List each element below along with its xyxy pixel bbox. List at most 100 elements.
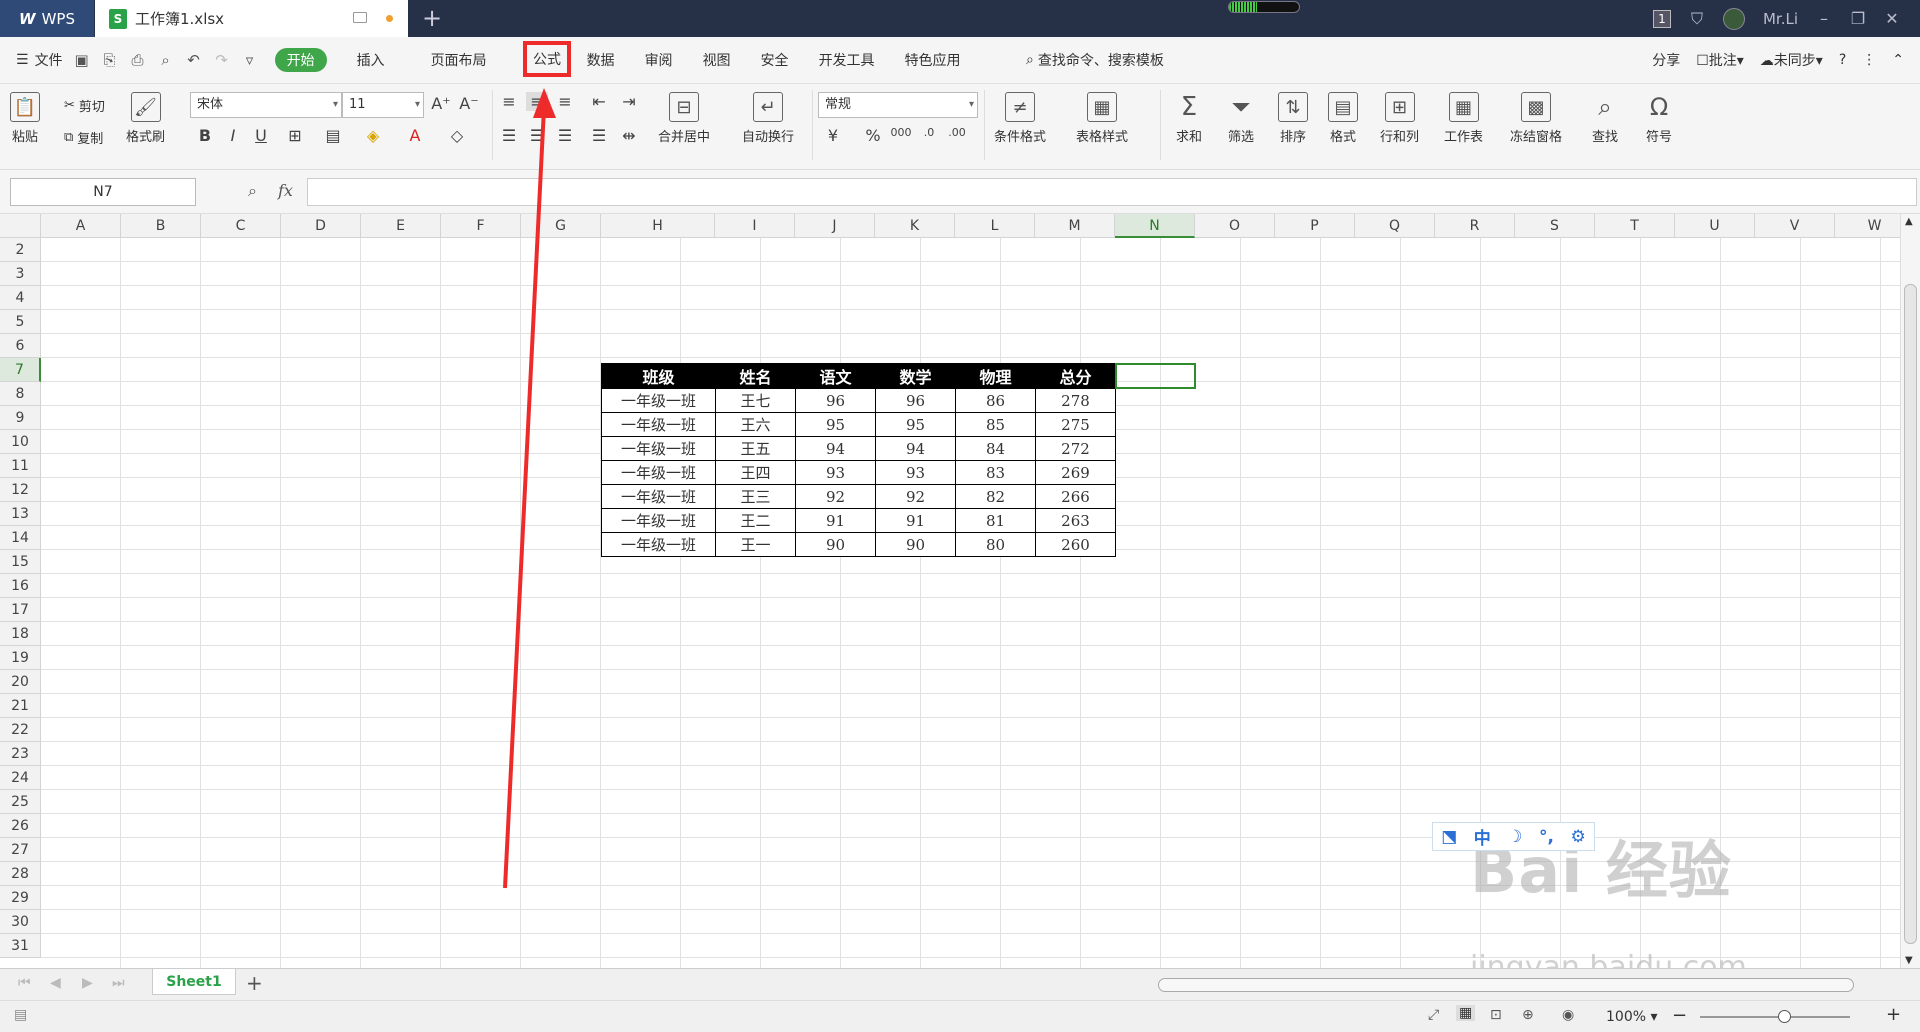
row-header-10[interactable]: 10 bbox=[0, 430, 41, 454]
fullscreen-icon[interactable]: ⤢ bbox=[1428, 1007, 1439, 1023]
row-header-22[interactable]: 22 bbox=[0, 718, 41, 742]
increase-font-icon[interactable]: A⁺ bbox=[430, 94, 452, 113]
row-header-25[interactable]: 25 bbox=[0, 790, 41, 814]
minimize-icon[interactable]: – bbox=[1816, 10, 1832, 27]
score-table[interactable]: 班级 姓名 语文 数学 物理 总分 一年级一班 王七 96 96 86 278 一年级一班 王六 95 95… bbox=[601, 363, 1116, 557]
window-count-badge[interactable]: 1 bbox=[1652, 9, 1671, 28]
fx-icon[interactable]: fx bbox=[278, 181, 293, 200]
row-header-13[interactable]: 13 bbox=[0, 502, 41, 526]
bold-icon[interactable]: B bbox=[194, 126, 216, 145]
wrap-text-button[interactable]: ↵ 自动换行 bbox=[742, 92, 794, 145]
table-cell[interactable]: 275 bbox=[1035, 412, 1116, 437]
table-cell[interactable]: 一年级一班 bbox=[601, 460, 716, 485]
sheet-status-icon[interactable]: ▤ bbox=[14, 1007, 27, 1023]
tab-special[interactable]: 特色应用 bbox=[905, 50, 961, 70]
zoom-formula-icon[interactable]: ⌕ bbox=[248, 181, 257, 201]
row-header-30[interactable]: 30 bbox=[0, 910, 41, 934]
last-sheet-icon[interactable]: ⏭ bbox=[112, 975, 125, 991]
sync-button[interactable]: ☁未同步▾ bbox=[1760, 50, 1823, 70]
row-header-19[interactable]: 19 bbox=[0, 646, 41, 670]
row-header-29[interactable]: 29 bbox=[0, 886, 41, 910]
table-cell[interactable]: 一年级一班 bbox=[601, 484, 716, 509]
ime-toolbar[interactable]: ⬔ 中 ☽ °, ⚙ bbox=[1432, 822, 1595, 851]
table-cell[interactable]: 93 bbox=[875, 460, 956, 485]
undo-icon[interactable]: ↶ bbox=[185, 51, 203, 69]
row-header-23[interactable]: 23 bbox=[0, 742, 41, 766]
row-header-2[interactable]: 2 bbox=[0, 238, 41, 262]
column-header-w[interactable]: W bbox=[1835, 214, 1900, 238]
find-button[interactable]: ⌕ 查找 bbox=[1590, 92, 1620, 145]
font-color-icon[interactable]: A bbox=[404, 126, 426, 145]
freeze-panes-button[interactable]: ▩ 冻结窗格 bbox=[1510, 92, 1562, 145]
horizontal-scrollbar[interactable] bbox=[1158, 978, 1854, 992]
share-button[interactable]: 分享 bbox=[1652, 50, 1680, 70]
decrease-font-icon[interactable]: A⁻ bbox=[458, 94, 480, 113]
distribute-icon[interactable]: ⇹ bbox=[618, 126, 640, 145]
table-cell[interactable]: 92 bbox=[875, 484, 956, 509]
table-cell[interactable]: 王五 bbox=[715, 436, 796, 461]
next-sheet-icon[interactable]: ▶ bbox=[82, 975, 93, 991]
table-style-button[interactable]: ▦ 表格样式 bbox=[1076, 92, 1128, 145]
help-icon[interactable]: ? bbox=[1839, 52, 1846, 68]
align-right-icon[interactable]: ☰ bbox=[554, 126, 576, 145]
table-cell[interactable]: 91 bbox=[795, 508, 876, 533]
wps-home-tab[interactable]: W WPS bbox=[0, 0, 94, 37]
sort-button[interactable]: ⇅ 排序 bbox=[1278, 92, 1308, 145]
format-button[interactable]: ▤ 格式 bbox=[1328, 92, 1358, 145]
moon-icon[interactable]: ☽ bbox=[1507, 827, 1522, 847]
ime-logo-icon[interactable]: ⬔ bbox=[1441, 827, 1457, 847]
row-header-26[interactable]: 26 bbox=[0, 814, 41, 838]
table-cell[interactable]: 260 bbox=[1035, 532, 1116, 557]
add-sheet-button[interactable]: + bbox=[246, 971, 263, 995]
align-left-icon[interactable]: ☰ bbox=[498, 126, 520, 145]
table-cell[interactable]: 一年级一班 bbox=[601, 388, 716, 413]
row-header-6[interactable]: 6 bbox=[0, 334, 41, 358]
align-middle-icon[interactable]: ≡ bbox=[526, 92, 548, 111]
table-cell[interactable]: 王四 bbox=[715, 460, 796, 485]
format-painter-button[interactable]: 🖌 格式刷 bbox=[126, 92, 165, 145]
punctuation-icon[interactable]: °, bbox=[1539, 827, 1554, 847]
table-header-cell[interactable]: 姓名 bbox=[715, 363, 796, 389]
table-cell[interactable]: 一年级一班 bbox=[601, 436, 716, 461]
column-header-j[interactable]: J bbox=[795, 214, 875, 238]
row-header-12[interactable]: 12 bbox=[0, 478, 41, 502]
table-cell[interactable]: 96 bbox=[795, 388, 876, 413]
more-icon[interactable]: ⋮ bbox=[1862, 52, 1876, 68]
column-header-g[interactable]: G bbox=[521, 214, 601, 238]
collapse-ribbon-icon[interactable]: ⌃ bbox=[1892, 52, 1904, 68]
table-cell[interactable]: 95 bbox=[875, 412, 956, 437]
underline-icon[interactable]: U bbox=[250, 126, 272, 145]
row-header-27[interactable]: 27 bbox=[0, 838, 41, 862]
zoom-in-icon[interactable]: + bbox=[1886, 1004, 1901, 1025]
table-header-cell[interactable]: 总分 bbox=[1035, 363, 1116, 389]
row-header-14[interactable]: 14 bbox=[0, 526, 41, 550]
merge-center-button[interactable]: ⊟ 合并居中 bbox=[658, 92, 710, 145]
table-cell[interactable]: 266 bbox=[1035, 484, 1116, 509]
table-cell[interactable]: 王三 bbox=[715, 484, 796, 509]
increase-decimal-icon[interactable]: .0 bbox=[918, 126, 940, 139]
normal-view-icon[interactable]: ▦ bbox=[1456, 1005, 1476, 1021]
table-cell[interactable]: 83 bbox=[955, 460, 1036, 485]
border-icon[interactable]: ⊞ bbox=[284, 126, 306, 145]
column-header-u[interactable]: U bbox=[1675, 214, 1755, 238]
tab-security[interactable]: 安全 bbox=[761, 50, 789, 70]
user-name[interactable]: Mr.Li bbox=[1763, 10, 1798, 28]
table-cell[interactable]: 263 bbox=[1035, 508, 1116, 533]
row-header-11[interactable]: 11 bbox=[0, 454, 41, 478]
table-header-cell[interactable]: 语文 bbox=[795, 363, 876, 389]
row-header-7[interactable]: 7 bbox=[0, 358, 41, 382]
page-layout-view-icon[interactable]: ⊕ bbox=[1522, 1007, 1534, 1023]
row-col-button[interactable]: ⊞ 行和列 bbox=[1380, 92, 1419, 145]
column-header-q[interactable]: Q bbox=[1355, 214, 1435, 238]
symbol-button[interactable]: Ω 符号 bbox=[1644, 92, 1674, 145]
align-top-icon[interactable]: ≡ bbox=[498, 92, 520, 111]
table-cell[interactable]: 269 bbox=[1035, 460, 1116, 485]
formula-input[interactable] bbox=[307, 178, 1917, 206]
row-header-28[interactable]: 28 bbox=[0, 862, 41, 886]
zoom-slider-handle[interactable] bbox=[1778, 1010, 1791, 1023]
table-cell[interactable]: 一年级一班 bbox=[601, 532, 716, 557]
row-header-5[interactable]: 5 bbox=[0, 310, 41, 334]
column-header-e[interactable]: E bbox=[361, 214, 441, 238]
command-search[interactable]: ⌕ 查找命令、搜索模板 bbox=[1026, 50, 1164, 70]
table-cell[interactable]: 96 bbox=[875, 388, 956, 413]
